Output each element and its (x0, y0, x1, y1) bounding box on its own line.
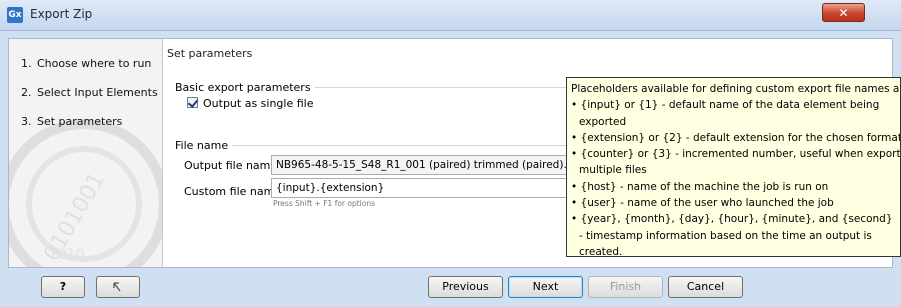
output-file-name-field: NB965-48-5-15_S48_R1_001 (paired) trimme… (271, 155, 571, 175)
close-button[interactable]: ✕ (822, 3, 865, 22)
tooltip-line: - timestamp information based on the tim… (579, 229, 872, 242)
reset-button[interactable] (96, 276, 140, 298)
export-zip-dialog: Gx Export Zip ✕ 0101001 1010 1. Choose wh… (0, 0, 901, 307)
close-icon: ✕ (838, 6, 849, 20)
svg-text:1010: 1010 (49, 247, 85, 263)
next-button[interactable]: Next (508, 276, 583, 298)
cancel-button[interactable]: Cancel (668, 276, 743, 298)
tooltip-line: Placeholders available for defining cust… (571, 83, 901, 95)
tooltip-line: • {counter} or {3} - incremented number,… (571, 148, 901, 161)
step-select-input-elements[interactable]: 2. Select Input Elements (21, 86, 158, 99)
file-name-legend: File name (175, 139, 233, 152)
help-button[interactable]: ? (41, 276, 85, 298)
output-single-file-label: Output as single file (203, 97, 314, 110)
step-choose-where-to-run[interactable]: 1. Choose where to run (21, 57, 151, 70)
tooltip-line: • {input} or {1} - default name of the d… (571, 99, 880, 112)
basic-parameters-legend: Basic export parameters (175, 81, 315, 94)
custom-file-name-hint: Press Shift + F1 for options (273, 199, 376, 208)
custom-file-name-input[interactable]: {input}.{extension} (271, 178, 571, 198)
finish-button[interactable]: Finish (588, 276, 663, 298)
tooltip-line: multiple files (579, 164, 647, 177)
placeholders-tooltip: Placeholders available for defining cust… (566, 77, 901, 257)
tooltip-line: • {extension} or {2} - default extension… (571, 131, 901, 144)
previous-button[interactable]: Previous (428, 276, 503, 298)
output-file-name-label: Output file name (184, 159, 278, 172)
reset-arrow-icon (113, 282, 121, 292)
button-bar: ? Previous Next Finish Cancel (0, 270, 901, 307)
tooltip-line: • {host} - name of the machine the job i… (571, 180, 829, 193)
window-title: Export Zip (30, 7, 93, 21)
tooltip-line: exported (579, 115, 627, 128)
step-set-parameters[interactable]: 3. Set parameters (21, 115, 122, 128)
panel-title: Set parameters (167, 47, 253, 60)
app-icon: Gx (7, 7, 23, 23)
watermark-logo-icon: 0101001 1010 (9, 119, 162, 267)
tooltip-line: • {year}, {month}, {day}, {hour}, {minut… (571, 213, 893, 226)
custom-file-name-label: Custom file name (184, 185, 282, 198)
tooltip-line: • {user} - name of the user who launched… (571, 197, 834, 210)
output-single-file-checkbox[interactable] (187, 97, 198, 108)
title-bar[interactable]: Gx Export Zip ✕ (0, 0, 901, 31)
wizard-steps: 0101001 1010 1. Choose where to run 2. Sel… (9, 39, 163, 267)
tooltip-line: created. (579, 245, 623, 257)
